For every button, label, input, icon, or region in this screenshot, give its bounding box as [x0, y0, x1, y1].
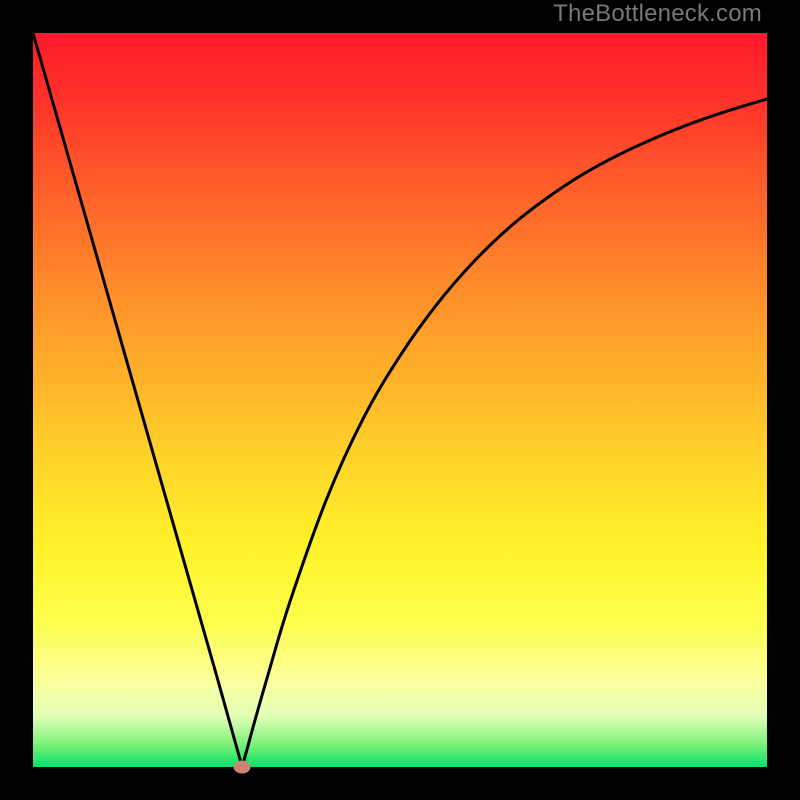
plot-area	[33, 33, 767, 767]
optimal-point-marker	[234, 761, 251, 774]
watermark-text: TheBottleneck.com	[553, 0, 762, 28]
chart-frame: TheBottleneck.com	[0, 0, 800, 800]
bottleneck-curve	[33, 33, 767, 767]
